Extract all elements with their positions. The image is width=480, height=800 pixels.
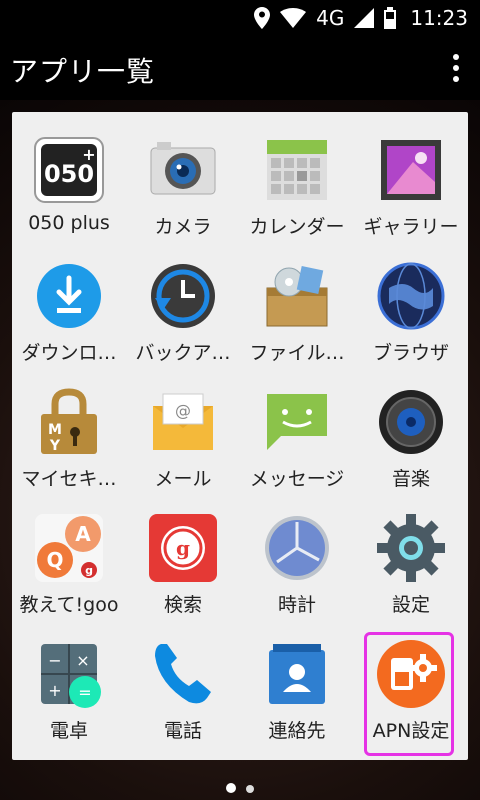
wifi-icon [280,8,307,28]
app-drawer-panel: 050 + 050 plus カメラ カレンダー ギャラリー ダウンロ… バック… [12,112,468,760]
svg-text:Y: Y [49,438,61,454]
app-calendar[interactable]: カレンダー [240,124,354,250]
app-my-security[interactable]: M Y マイセキ… [12,376,126,502]
svg-text:M: M [48,422,62,438]
calendar-icon [259,132,335,208]
svg-text:+: + [82,145,95,164]
app-label: 050 plus [28,212,110,234]
lock-icon: M Y [31,384,107,460]
file-manager-icon [259,258,335,334]
signal-icon [354,8,375,28]
oshiete-goo-icon: A Q g [31,510,107,586]
apn-settings-icon [373,636,449,712]
clock-icon [259,510,335,586]
battery-icon [384,7,397,29]
svg-text:Q: Q [46,548,63,572]
page-dot[interactable] [246,785,254,793]
app-calculator[interactable]: − × + = 電卓 [12,628,126,754]
app-music[interactable]: 音楽 [354,376,468,502]
app-label: メール [154,468,212,490]
svg-text:×: × [76,651,89,670]
app-label: ダウンロ… [21,342,117,364]
app-email[interactable]: @ メール [126,376,240,502]
backup-icon [145,258,221,334]
clock-time: 11:23 [410,6,468,30]
app-label: 連絡先 [268,720,326,742]
050plus-icon: 050 + [31,132,107,208]
camera-icon [145,132,221,208]
phone-icon [145,636,221,712]
app-clock[interactable]: 時計 [240,502,354,628]
app-bar: アプリ一覧 [0,36,480,100]
browser-icon [373,258,449,334]
message-icon [259,384,335,460]
settings-icon [373,510,449,586]
app-label: マイセキ… [21,468,117,490]
app-label: カメラ [154,216,212,238]
svg-text:050: 050 [44,160,94,188]
app-file-manager[interactable]: ファイル… [240,250,354,376]
app-label: 教えて!goo [19,594,119,616]
overflow-menu-icon[interactable] [452,54,460,82]
app-label: 設定 [391,594,430,616]
app-backup[interactable]: バックア… [126,250,240,376]
app-settings[interactable]: 設定 [354,502,468,628]
svg-text:A: A [75,522,91,546]
app-gallery[interactable]: ギャラリー [354,124,468,250]
svg-text:g: g [176,536,190,560]
app-label: カレンダー [249,216,345,238]
contacts-icon [259,636,335,712]
status-bar: 4G 11:23 [0,0,480,36]
app-label: 電卓 [49,720,88,742]
app-label: 時計 [277,594,316,616]
app-grid: 050 + 050 plus カメラ カレンダー ギャラリー ダウンロ… バック… [12,124,468,756]
app-label: ファイル… [249,342,345,364]
page-dot-active[interactable] [226,783,236,793]
network-type: 4G [316,6,345,30]
app-browser[interactable]: ブラウザ [354,250,468,376]
page-indicator [0,778,480,797]
app-messages[interactable]: メッセージ [240,376,354,502]
app-phone[interactable]: 電話 [126,628,240,754]
download-icon [31,258,107,334]
svg-text:=: = [78,683,91,702]
app-contacts[interactable]: 連絡先 [240,628,354,754]
app-label: メッセージ [249,468,345,490]
svg-text:+: + [48,681,61,700]
svg-text:g: g [85,564,93,577]
app-label: ギャラリー [363,216,459,238]
app-label: APN設定 [372,720,450,742]
calculator-icon: − × + = [31,636,107,712]
gallery-icon [373,132,449,208]
svg-text:−: − [48,651,61,670]
app-label: 検索 [163,594,202,616]
app-search[interactable]: g 検索 [126,502,240,628]
location-icon [254,7,271,29]
app-label: ブラウザ [372,342,449,364]
app-label: 電話 [163,720,202,742]
music-icon [373,384,449,460]
app-oshiete-goo[interactable]: A Q g 教えて!goo [12,502,126,628]
app-label: バックア… [135,342,231,364]
app-camera[interactable]: カメラ [126,124,240,250]
page-title: アプリ一覧 [10,55,156,88]
app-label: 音楽 [391,468,430,490]
app-download[interactable]: ダウンロ… [12,250,126,376]
search-goo-icon: g [145,510,221,586]
svg-text:@: @ [175,401,191,420]
email-icon: @ [145,384,221,460]
app-050plus[interactable]: 050 + 050 plus [12,124,126,250]
app-apn-settings[interactable]: APN設定 [354,628,468,756]
